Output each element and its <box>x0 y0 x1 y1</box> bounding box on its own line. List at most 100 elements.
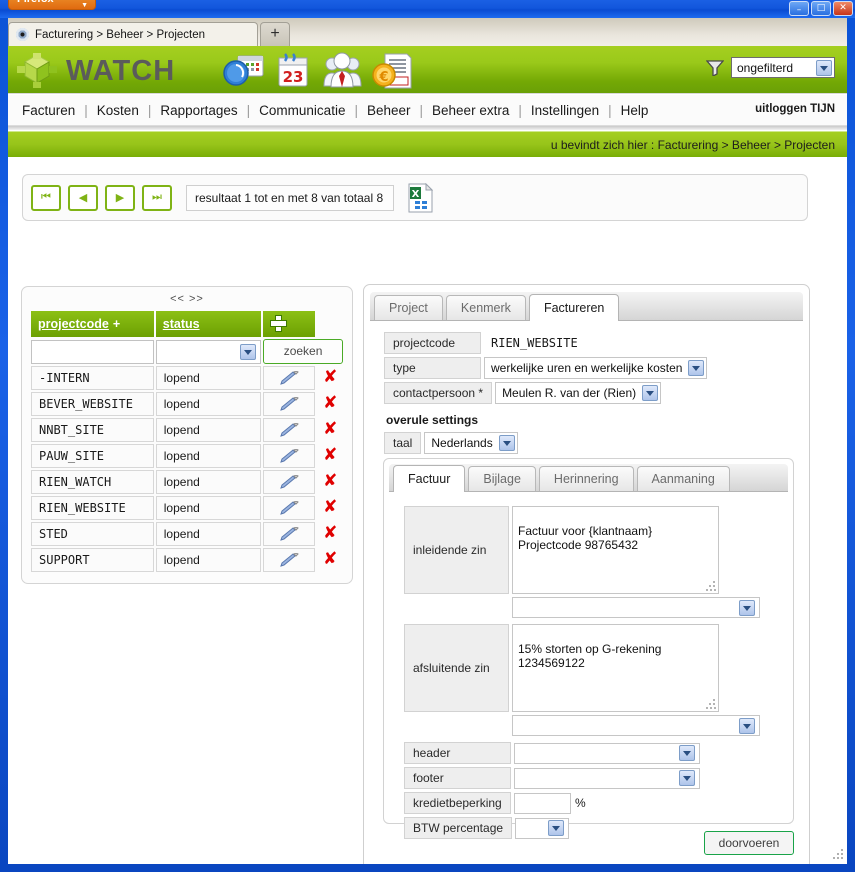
nav-item-rapportages[interactable]: Rapportages <box>160 103 237 118</box>
delete-icon: ✘ <box>323 367 338 387</box>
delete-cell[interactable]: ✘ <box>317 522 343 546</box>
edit-cell[interactable] <box>263 470 316 494</box>
edit-cell[interactable] <box>263 522 316 546</box>
filter-projectcode-input[interactable] <box>31 339 154 364</box>
minimize-button[interactable]: – <box>789 1 809 16</box>
page-resize-grip[interactable] <box>832 849 844 861</box>
svg-text:€: € <box>378 70 388 85</box>
close-button[interactable]: ✕ <box>833 1 853 16</box>
percent-label: % <box>575 796 586 810</box>
filter-status-select[interactable] <box>155 339 262 364</box>
inleidende-zin-textarea[interactable]: Factuur voor {klantnaam} Projectcode 987… <box>512 506 719 594</box>
edit-cell[interactable] <box>263 444 316 468</box>
submit-button[interactable]: doorvoeren <box>704 831 794 855</box>
tab-aanmaning[interactable]: Aanmaning <box>636 466 730 491</box>
maximize-button[interactable]: □ <box>811 1 831 16</box>
search-cell: zoeken <box>263 339 343 364</box>
browser-tab[interactable]: Facturering > Beheer > Projecten <box>8 22 258 46</box>
table-row[interactable]: NNBT_SITE lopend ✘ <box>31 418 343 442</box>
delete-cell[interactable]: ✘ <box>317 418 343 442</box>
nav-separator: | <box>354 102 358 118</box>
table-row[interactable]: BEVER_WEBSITE lopend ✘ <box>31 392 343 416</box>
field-row-type: type werkelijke uren en werkelijke koste… <box>384 357 809 379</box>
inleidende-zin-template-select[interactable] <box>512 597 760 618</box>
cell-status: lopend <box>155 392 262 416</box>
btw-label: BTW percentage <box>404 817 513 839</box>
projectcode-value: RIEN_WEBSITE <box>491 336 578 350</box>
tab-project[interactable]: Project <box>374 295 443 320</box>
excel-export-icon[interactable]: X <box>407 182 433 213</box>
edit-cell[interactable] <box>263 496 316 520</box>
add-row-icon[interactable] <box>270 315 288 332</box>
funnel-icon[interactable] <box>706 59 724 76</box>
btw-select[interactable] <box>515 817 570 839</box>
delete-icon: ✘ <box>323 497 338 517</box>
table-row[interactable]: STED lopend ✘ <box>31 522 343 546</box>
table-row[interactable]: RIEN_WEBSITE lopend ✘ <box>31 496 343 520</box>
taal-select-value: Nederlands <box>431 436 493 450</box>
list-nav-arrows[interactable]: << >> <box>29 292 345 309</box>
delete-cell[interactable]: ✘ <box>317 366 343 390</box>
nav-item-kosten[interactable]: Kosten <box>97 103 139 118</box>
table-row[interactable]: -INTERN lopend ✘ <box>31 366 343 390</box>
header-select[interactable] <box>514 742 700 764</box>
delete-cell[interactable]: ✘ <box>317 496 343 520</box>
browser-chrome: Facturering > Beheer > Projecten + <box>8 18 847 46</box>
edit-cell[interactable] <box>263 366 316 390</box>
firefox-menu-button[interactable]: Firefox ▼ <box>8 0 96 10</box>
cell-projectcode: BEVER_WEBSITE <box>31 392 154 416</box>
contactpersoon-select[interactable]: Meulen R. van der (Rien) <box>495 382 662 404</box>
table-row[interactable]: PAUW_SITE lopend ✘ <box>31 444 343 468</box>
delete-cell[interactable]: ✘ <box>317 470 343 494</box>
first-page-button[interactable]: ⏮ <box>31 184 61 211</box>
column-header-actions <box>263 311 316 337</box>
filter-select[interactable]: ongefilterd <box>731 57 835 78</box>
type-select[interactable]: werkelijke uren en werkelijke kosten <box>484 357 708 379</box>
invoice-icon[interactable]: € <box>371 51 415 91</box>
afsluitende-zin-textarea[interactable]: 15% storten op G-rekening 1234569122 <box>512 624 719 712</box>
nav-item-facturen[interactable]: Facturen <box>22 103 75 118</box>
brand-title: WATCH <box>66 55 176 87</box>
nav-item-help[interactable]: Help <box>621 103 649 118</box>
last-page-button[interactable]: ⏭ <box>142 184 172 211</box>
delete-cell[interactable]: ✘ <box>317 392 343 416</box>
prev-page-button[interactable]: ◀ <box>68 184 98 211</box>
nav-item-beheer[interactable]: Beheer <box>367 103 411 118</box>
column-header-projectcode[interactable]: projectcode + <box>31 311 154 337</box>
clock-icon[interactable] <box>221 51 265 91</box>
nav-item-beheer-extra[interactable]: Beheer extra <box>432 103 509 118</box>
edit-cell[interactable] <box>263 392 316 416</box>
table-row[interactable]: SUPPORT lopend ✘ <box>31 548 343 572</box>
chevron-down-icon <box>739 717 755 734</box>
resize-handle[interactable] <box>706 581 716 591</box>
people-icon[interactable] <box>321 51 365 91</box>
column-header-status[interactable]: status <box>155 311 262 337</box>
edit-cell[interactable] <box>263 418 316 442</box>
taal-select[interactable]: Nederlands <box>424 432 518 454</box>
logout-link[interactable]: uitloggen TIJN <box>755 103 835 115</box>
next-page-button[interactable]: ▶ <box>105 184 135 211</box>
maximize-icon: □ <box>816 3 826 13</box>
nav-item-instellingen[interactable]: Instellingen <box>531 103 599 118</box>
browser-tab-strip: Facturering > Beheer > Projecten + <box>8 21 290 46</box>
tab-factureren[interactable]: Factureren <box>528 294 620 321</box>
search-button[interactable]: zoeken <box>263 339 343 364</box>
resize-handle[interactable] <box>706 699 716 709</box>
delete-cell[interactable]: ✘ <box>317 444 343 468</box>
tab-factuur[interactable]: Factuur <box>393 465 466 492</box>
tab-bijlage[interactable]: Bijlage <box>468 466 536 491</box>
tab-herinnering[interactable]: Herinnering <box>538 466 634 491</box>
nav-item-communicatie[interactable]: Communicatie <box>259 103 345 118</box>
footer-select[interactable] <box>514 767 700 789</box>
nav-separator: | <box>246 102 251 118</box>
calendar-icon[interactable]: 23 <box>271 51 315 91</box>
afsluitende-zin-template-select[interactable] <box>512 715 760 736</box>
new-tab-button[interactable]: + <box>260 22 290 46</box>
tab-kenmerk[interactable]: Kenmerk <box>445 295 526 320</box>
pencil-icon <box>279 422 299 437</box>
sort-marker: + <box>112 317 121 331</box>
delete-cell[interactable]: ✘ <box>317 548 343 572</box>
kredietbeperking-input[interactable] <box>514 792 571 814</box>
edit-cell[interactable] <box>263 548 316 572</box>
table-row[interactable]: RIEN_WATCH lopend ✘ <box>31 470 343 494</box>
